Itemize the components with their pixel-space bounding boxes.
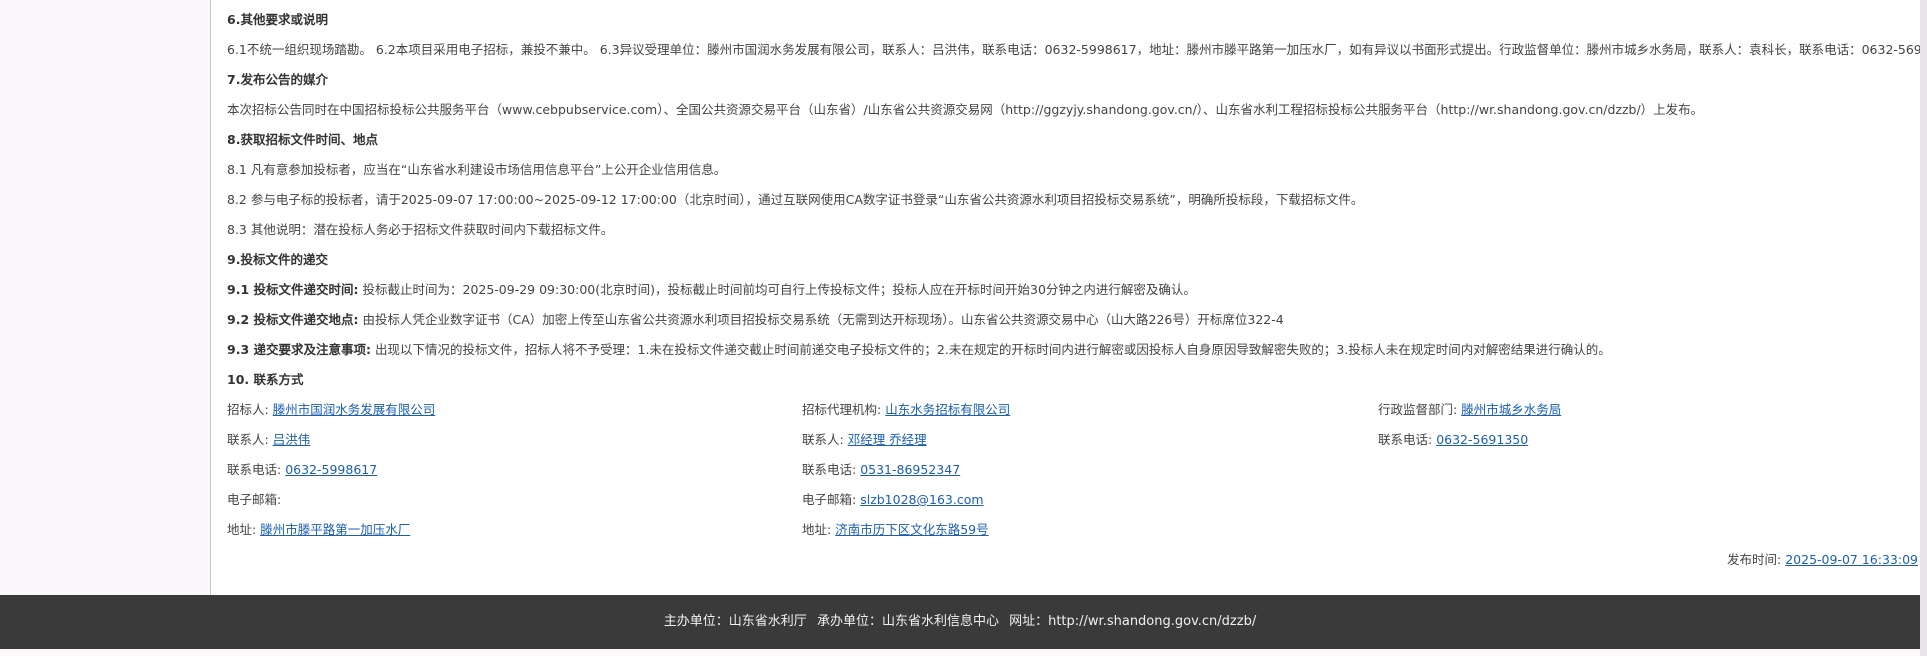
section-9-item-2-label: 9.2 投标文件递交地点:	[227, 312, 359, 327]
tenderer-org-label: 招标人:	[227, 402, 269, 417]
supervisor-org-link[interactable]: 滕州市城乡水务局	[1461, 402, 1561, 417]
agency-email-row: 电子邮箱: slzb1028@163.com	[802, 490, 984, 510]
supervisor-phone-link[interactable]: 0632-5691350	[1436, 432, 1528, 447]
footer-website: 网址：http://wr.shandong.gov.cn/dzzb/	[1009, 614, 1257, 629]
tenderer-org-row: 招标人: 滕州市国润水务发展有限公司	[227, 400, 435, 420]
agency-phone-label: 联系电话:	[802, 462, 857, 477]
section-8-item-2: 8.2 参与电子标的投标者，请于2025-09-07 17:00:00~2025…	[227, 192, 1364, 207]
tenderer-email-label: 电子邮箱:	[227, 492, 282, 507]
agency-email-link[interactable]: slzb1028@163.com	[860, 492, 983, 507]
section-9-item-1: 9.1 投标文件递交时间: 投标截止时间为：2025-09-29 09:30:0…	[227, 280, 1196, 300]
tenderer-address-label: 地址:	[227, 522, 257, 537]
page: 6.其他要求或说明 6.1不统一组织现场踏勘。 6.2本项目采用电子招标，兼投不…	[0, 0, 1927, 656]
section-9-item-3-label: 9.3 递交要求及注意事项:	[227, 342, 371, 357]
agency-phone-link[interactable]: 0531-86952347	[860, 462, 960, 477]
section-9-item-2-text: 由投标人凭企业数字证书（CA）加密上传至山东省公共资源水利项目招投标交易系统（无…	[362, 312, 1284, 327]
site-footer: 主办单位：山东省水利厅 承办单位：山东省水利信息中心 网址：http://wr.…	[0, 595, 1920, 649]
agency-phone-row: 联系电话: 0531-86952347	[802, 460, 960, 480]
section-8-item-1: 8.1 凡有意参加投标者，应当在“山东省水利建设市场信用信息平台”上公开企业信用…	[227, 162, 727, 177]
agency-contact-row: 联系人: 邓经理 乔经理	[802, 430, 927, 450]
section-6-text: 6.1不统一组织现场踏勘。 6.2本项目采用电子招标，兼投不兼中。 6.3异议受…	[227, 42, 1927, 57]
section-9-item-1-text: 投标截止时间为：2025-09-29 09:30:00(北京时间)，投标截止时间…	[362, 282, 1196, 297]
section-10-title: 10. 联系方式	[227, 372, 304, 387]
supervisor-phone-row: 联系电话: 0632-5691350	[1378, 430, 1528, 450]
agency-contact-label: 联系人:	[802, 432, 844, 447]
tenderer-phone-link[interactable]: 0632-5998617	[285, 462, 377, 477]
tenderer-email-row: 电子邮箱:	[227, 490, 281, 510]
supervisor-phone-label: 联系电话:	[1378, 432, 1433, 447]
tenderer-org-link[interactable]: 滕州市国润水务发展有限公司	[273, 402, 436, 417]
tenderer-address-link[interactable]: 滕州市滕平路第一加压水厂	[260, 522, 410, 537]
tenderer-contact-row: 联系人: 吕洪伟	[227, 430, 310, 450]
tenderer-address-row: 地址: 滕州市滕平路第一加压水厂	[227, 520, 410, 540]
tenderer-phone-label: 联系电话:	[227, 462, 282, 477]
agency-address-link[interactable]: 济南市历下区文化东路59号	[835, 522, 988, 537]
section-7-text: 本次招标公告同时在中国招标投标公共服务平台（www.cebpubservice.…	[227, 102, 1704, 117]
publish-time-label: 发布时间:	[1727, 552, 1782, 567]
agency-contact-link[interactable]: 邓经理 乔经理	[848, 432, 927, 447]
scrollbar-track[interactable]	[1920, 0, 1927, 656]
tenderer-contact-link[interactable]: 吕洪伟	[273, 432, 311, 447]
announcement-content: 6.其他要求或说明 6.1不统一组织现场踏勘。 6.2本项目采用电子招标，兼投不…	[210, 0, 1927, 595]
footer-organizer: 承办单位：山东省水利信息中心	[816, 614, 999, 629]
section-9-title: 9.投标文件的递交	[227, 252, 328, 267]
footer-host: 主办单位：山东省水利厅	[663, 614, 807, 629]
section-8-item-3: 8.3 其他说明：潜在投标人务必于招标文件获取时间内下载招标文件。	[227, 222, 614, 237]
tenderer-contact-label: 联系人:	[227, 432, 269, 447]
agency-org-row: 招标代理机构: 山东水务招标有限公司	[802, 400, 1010, 420]
section-8-title: 8.获取招标文件时间、地点	[227, 132, 378, 147]
section-9-item-3-text: 出现以下情况的投标文件，招标人将不予受理：1.未在投标文件递交截止时间前递交电子…	[374, 342, 1611, 357]
agency-email-label: 电子邮箱:	[802, 492, 857, 507]
publish-time-link[interactable]: 2025-09-07 16:33:09	[1785, 552, 1918, 567]
supervisor-org-label: 行政监督部门:	[1378, 402, 1458, 417]
agency-org-label: 招标代理机构:	[802, 402, 882, 417]
supervisor-org-row: 行政监督部门: 滕州市城乡水务局	[1378, 400, 1561, 420]
section-9-item-2: 9.2 投标文件递交地点: 由投标人凭企业数字证书（CA）加密上传至山东省公共资…	[227, 310, 1284, 330]
publish-time-row: 发布时间: 2025-09-07 16:33:09	[1727, 550, 1918, 570]
agency-org-link[interactable]: 山东水务招标有限公司	[885, 402, 1010, 417]
agency-address-label: 地址:	[802, 522, 832, 537]
section-9-item-1-label: 9.1 投标文件递交时间:	[227, 282, 359, 297]
tenderer-phone-row: 联系电话: 0632-5998617	[227, 460, 377, 480]
section-6-title: 6.其他要求或说明	[227, 12, 328, 27]
section-9-item-3: 9.3 递交要求及注意事项: 出现以下情况的投标文件，招标人将不予受理：1.未在…	[227, 340, 1611, 360]
section-7-title: 7.发布公告的媒介	[227, 72, 328, 87]
agency-address-row: 地址: 济南市历下区文化东路59号	[802, 520, 989, 540]
